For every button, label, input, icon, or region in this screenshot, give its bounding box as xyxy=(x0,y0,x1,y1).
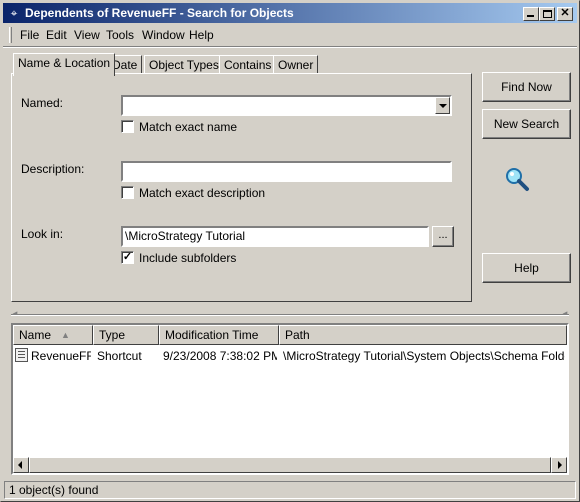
checkmark-icon: ✓ xyxy=(122,251,133,263)
close-icon: ✕ xyxy=(560,7,570,19)
tab-contains[interactable]: Contains xyxy=(219,55,277,75)
arrow-left-icon xyxy=(18,461,22,469)
menu-file[interactable]: File xyxy=(20,28,39,42)
sort-ascending-icon: ▲ xyxy=(61,330,70,340)
close-button[interactable]: ✕ xyxy=(557,7,573,21)
include-subfolders-label: Include subfolders xyxy=(139,251,237,265)
results-list[interactable]: Name ▲ Type Modification Time Path Reven… xyxy=(11,323,569,475)
minimize-button[interactable] xyxy=(523,7,539,21)
named-combobox[interactable] xyxy=(121,95,452,116)
new-search-button[interactable]: New Search xyxy=(482,109,571,139)
include-subfolders-checkbox[interactable]: ✓ xyxy=(121,251,134,264)
match-exact-description-label: Match exact description xyxy=(139,186,266,200)
arrow-right-icon xyxy=(558,461,562,469)
match-exact-name-label: Match exact name xyxy=(139,120,238,134)
menu-bar: File Edit View Tools Window Help xyxy=(3,25,577,45)
match-exact-name-checkbox[interactable] xyxy=(121,120,134,133)
menu-window[interactable]: Window xyxy=(142,28,185,42)
named-label: Named: xyxy=(21,96,64,110)
description-field[interactable] xyxy=(121,161,452,182)
scroll-right-button[interactable] xyxy=(551,457,567,473)
title-bar: ⌖ Dependents of RevenueFF - Search for O… xyxy=(3,3,577,23)
maximize-button[interactable] xyxy=(539,7,555,21)
match-exact-description-checkbox[interactable] xyxy=(121,186,134,199)
help-button[interactable]: Help xyxy=(482,253,571,283)
column-header-modification-time[interactable]: Modification Time xyxy=(159,325,279,345)
row-type: Shortcut xyxy=(97,349,142,363)
column-header-name-label: Name xyxy=(19,328,52,342)
browse-button[interactable]: ... xyxy=(432,226,454,247)
search-window: ⌖ Dependents of RevenueFF - Search for O… xyxy=(0,0,580,502)
menu-grip xyxy=(9,27,12,43)
splitter-line[interactable] xyxy=(11,314,569,316)
look-in-value: \MicroStrategy Tutorial xyxy=(125,229,246,243)
menu-tools[interactable]: Tools xyxy=(106,28,134,42)
window-title: Dependents of RevenueFF - Search for Obj… xyxy=(25,6,294,20)
chevron-down-icon xyxy=(439,104,447,108)
maximize-icon xyxy=(543,10,552,18)
named-dropdown-button[interactable] xyxy=(435,97,450,114)
magnifier-icon xyxy=(503,165,531,193)
tab-object-types[interactable]: Object Types xyxy=(144,55,224,75)
minimize-icon xyxy=(527,15,534,17)
menu-edit[interactable]: Edit xyxy=(46,28,67,42)
menu-help[interactable]: Help xyxy=(189,28,214,42)
tab-name-location[interactable]: Name & Location xyxy=(13,53,116,76)
row-modified: 9/23/2008 7:38:02 PM xyxy=(163,349,277,363)
scroll-left-button[interactable] xyxy=(13,457,29,473)
row-name: RevenueFF xyxy=(31,349,91,363)
look-in-field[interactable]: \MicroStrategy Tutorial xyxy=(121,226,429,247)
menu-view[interactable]: View xyxy=(74,28,100,42)
look-in-label: Look in: xyxy=(21,227,64,241)
status-bar: 1 object(s) found xyxy=(4,481,576,499)
scroll-thumb[interactable] xyxy=(29,457,551,473)
horizontal-scrollbar[interactable] xyxy=(13,457,567,473)
column-header-name[interactable]: Name ▲ xyxy=(13,325,93,345)
menu-separator xyxy=(3,46,577,48)
shortcut-object-icon xyxy=(15,348,28,362)
row-path: \MicroStrategy Tutorial\System Objects\S… xyxy=(283,349,565,363)
description-label: Description: xyxy=(21,162,85,176)
column-header-type[interactable]: Type xyxy=(93,325,159,345)
find-now-button[interactable]: Find Now xyxy=(482,72,571,102)
binoculars-icon: ⌖ xyxy=(10,6,18,20)
column-header-path[interactable]: Path xyxy=(279,325,567,345)
tab-panel-name-location: Named: Match exact name Description: Mat… xyxy=(11,73,472,302)
tab-owner[interactable]: Owner xyxy=(273,55,319,75)
status-text: 1 object(s) found xyxy=(9,483,99,497)
